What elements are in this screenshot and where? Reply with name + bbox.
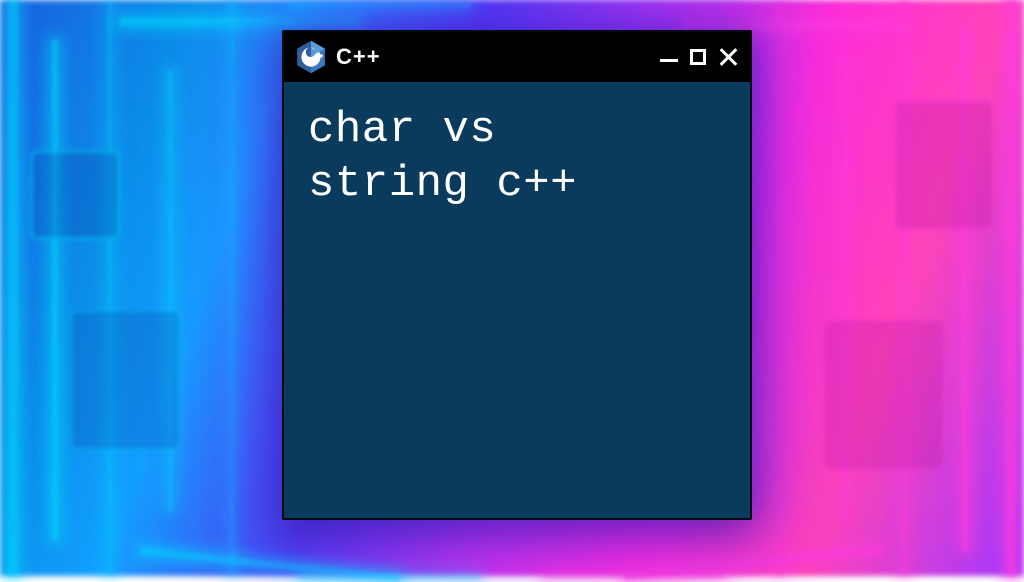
minimize-button[interactable] xyxy=(660,59,678,62)
maximize-button[interactable] xyxy=(690,49,706,65)
body-text: char vs string c++ xyxy=(308,104,726,211)
window-controls xyxy=(660,47,738,67)
close-button[interactable] xyxy=(718,47,738,67)
window-title: C++ xyxy=(336,44,381,70)
titlebar[interactable]: C++ xyxy=(284,32,750,82)
terminal-window: C++ char vs string c++ xyxy=(282,30,752,520)
window-body: char vs string c++ xyxy=(284,82,750,518)
cpp-logo-icon xyxy=(296,41,326,73)
